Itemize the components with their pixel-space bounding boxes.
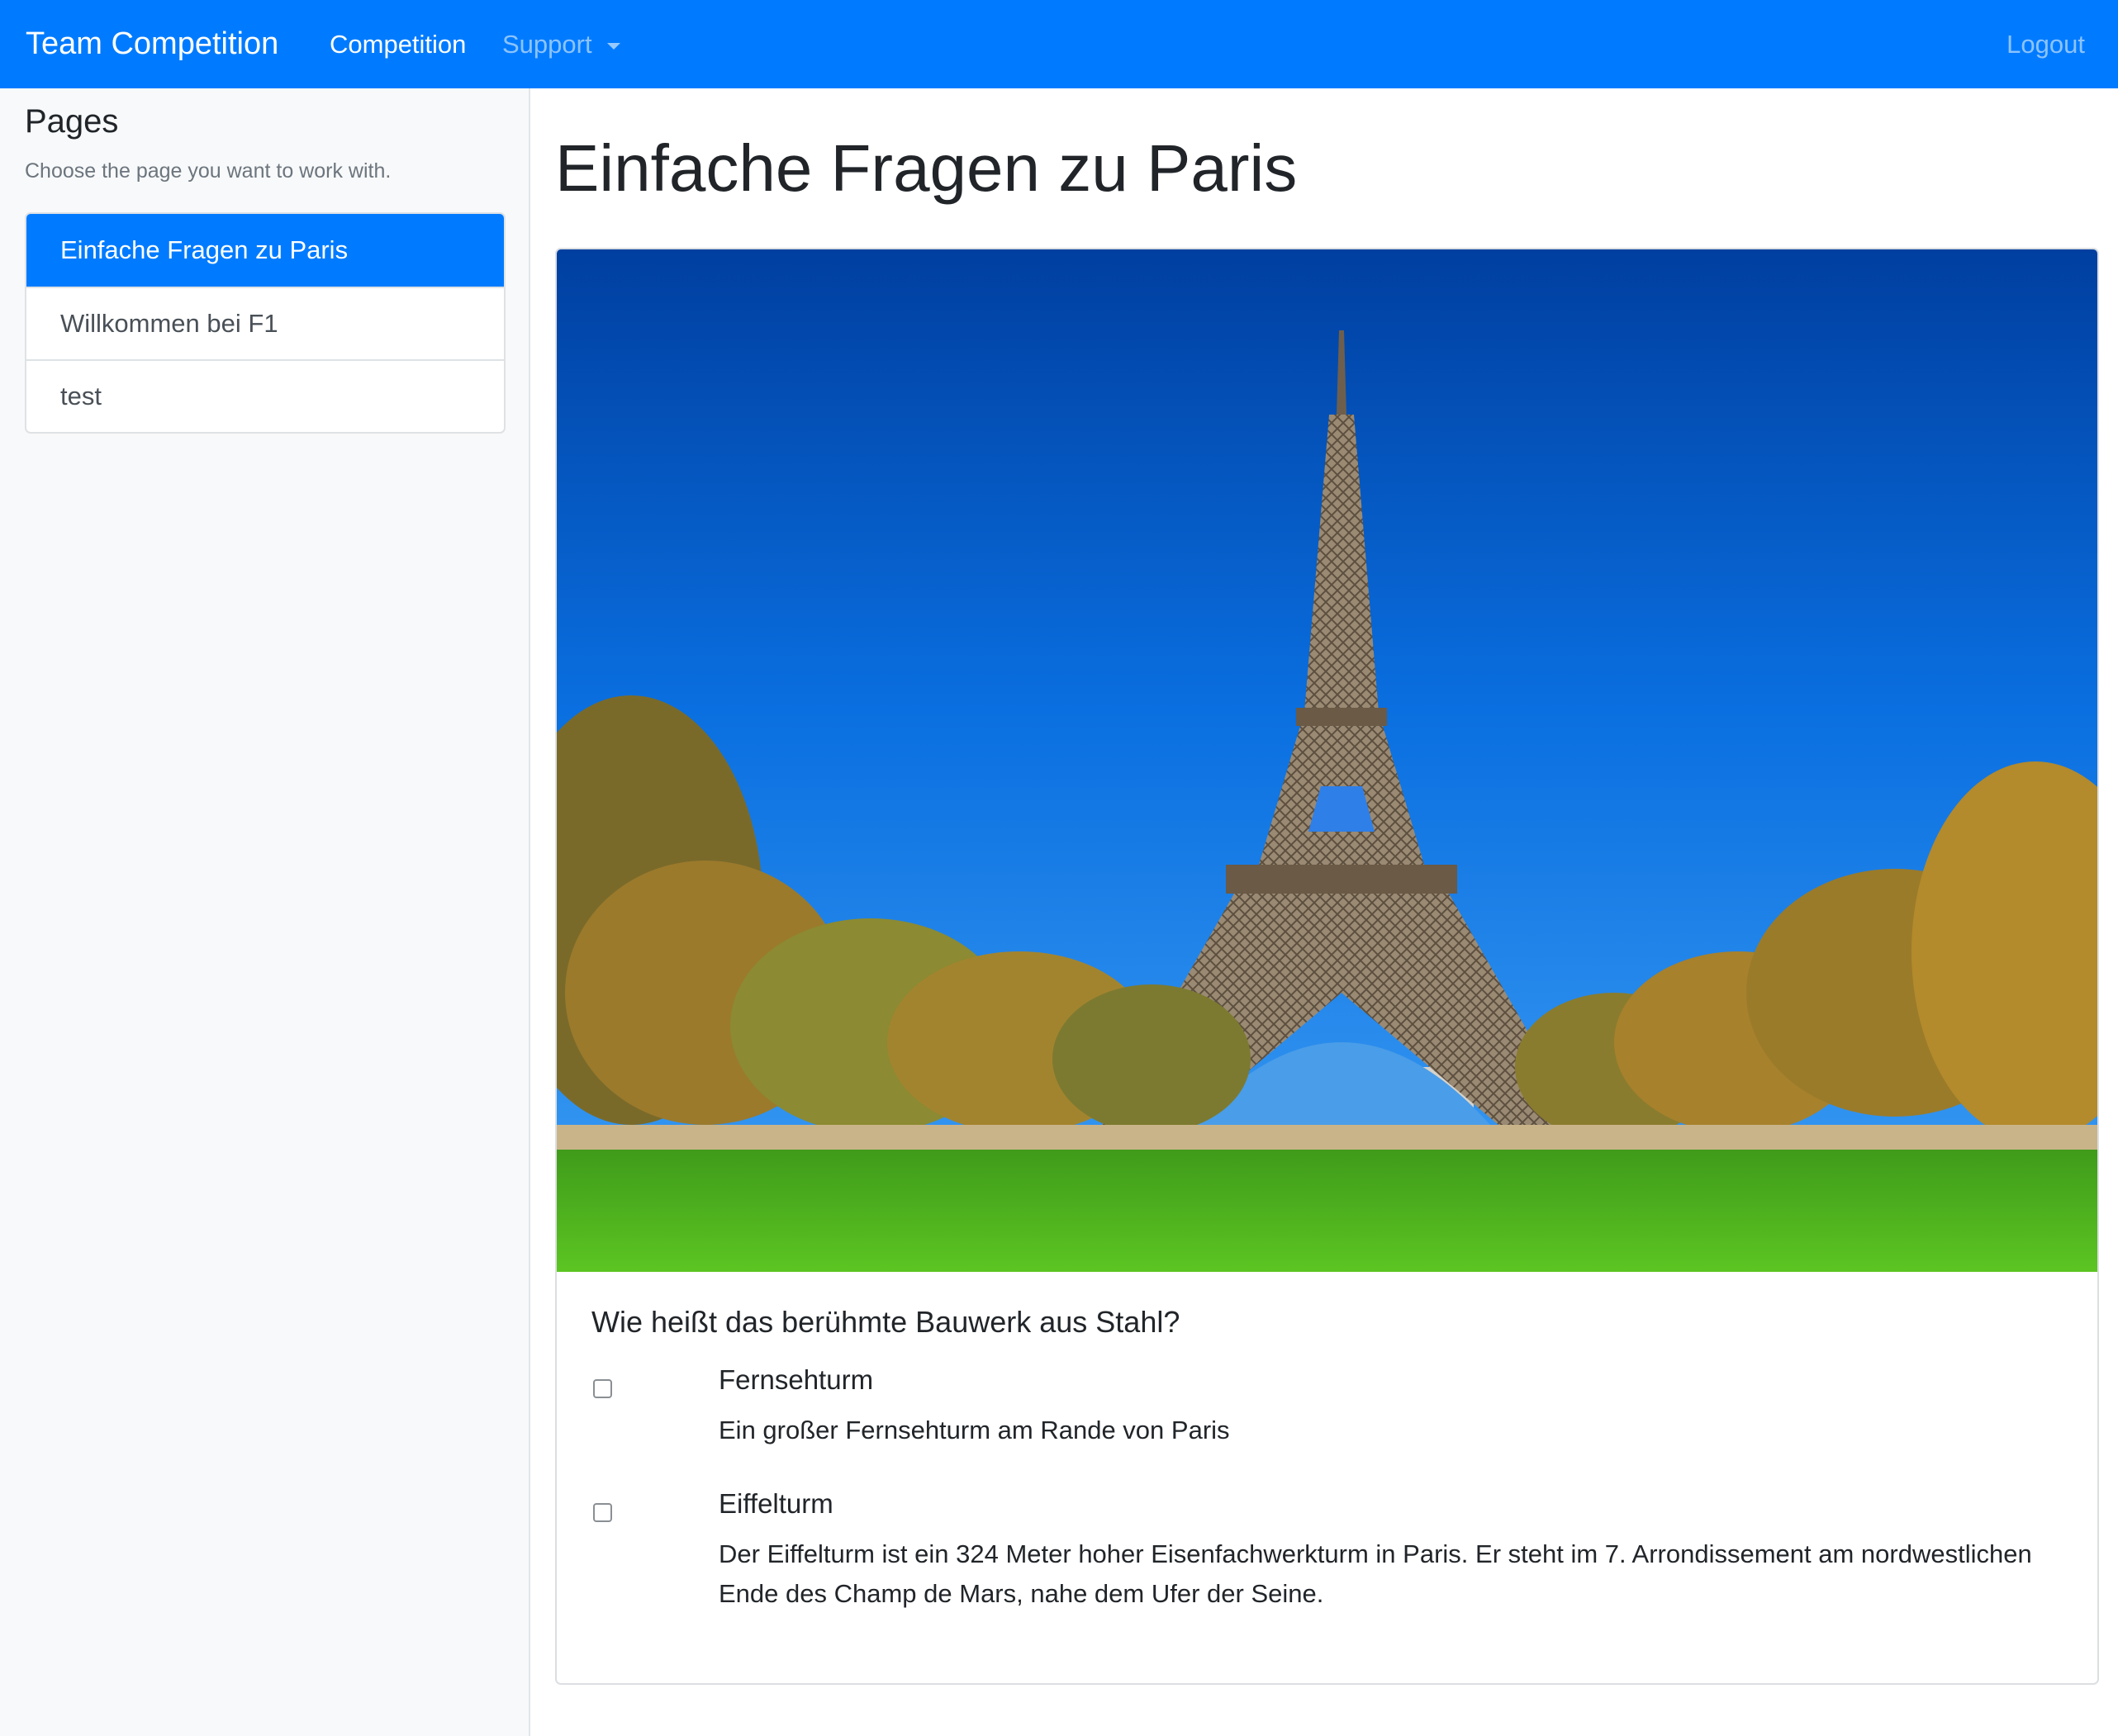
page-item-einfache-fragen[interactable]: Einfache Fragen zu Paris [26,214,504,287]
pages-list: Einfache Fragen zu Paris Willkommen bei … [25,212,506,434]
nav-competition-link[interactable]: Competition [330,0,466,88]
answer-title: Eiffelturm [719,1488,833,1519]
answer-title: Fernsehturm [719,1364,874,1395]
answer-description: Ein großer Fernsehturm am Rande von Pari… [719,1416,1230,1444]
sidebar-subtitle: Choose the page you want to work with. [25,159,392,183]
page-item-test[interactable]: test [26,359,504,432]
brand-link[interactable]: Team Competition [26,0,278,88]
eiffel-tower-image [557,249,2097,1272]
nav-support-label: Support [502,29,592,59]
nav-support-dropdown[interactable]: Support [502,0,620,88]
question-card: Wie heißt das berühmte Bauwerk aus Stahl… [555,248,2099,1685]
logout-link[interactable]: Logout [2006,0,2085,88]
chevron-down-icon [606,42,620,50]
sidebar-title: Pages [25,103,119,140]
question-text: Wie heißt das berühmte Bauwerk aus Stahl… [591,1305,1180,1339]
answer-description: Der Eiffelturm ist ein 324 Meter hoher E… [719,1539,2032,1608]
page-title: Einfache Fragen zu Paris [555,131,1298,205]
answer-checkbox[interactable] [593,1503,612,1522]
top-navbar: Team Competition Competition Support Log… [0,0,2118,88]
answer-checkbox[interactable] [593,1379,612,1398]
page-item-willkommen-f1[interactable]: Willkommen bei F1 [26,287,504,359]
